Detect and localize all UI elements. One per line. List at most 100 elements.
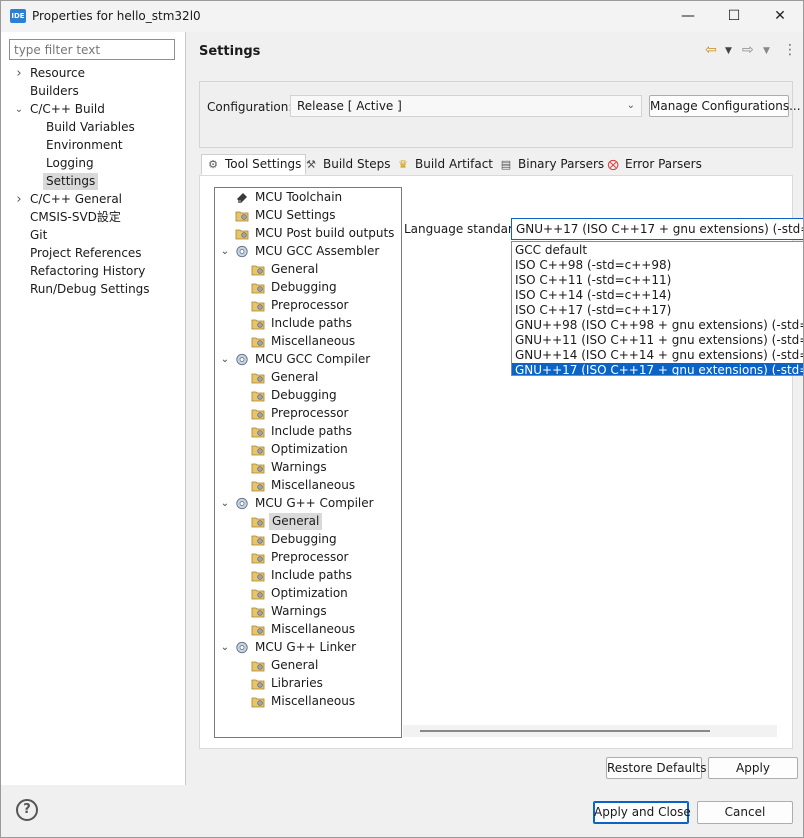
nav-item-c-c-general[interactable]: C/C++ General bbox=[30, 191, 122, 208]
configuration-value: Release [ Active ] bbox=[297, 99, 402, 113]
tool-settings-icon: ⚙ bbox=[208, 158, 218, 171]
tree-item-label: Optimization bbox=[271, 586, 348, 600]
window-title: Properties for hello_stm32l0 bbox=[32, 9, 201, 23]
tab-build-artifact[interactable]: ♛ Build Artifact bbox=[391, 154, 498, 175]
forward-arrow-icon[interactable]: ⇨ bbox=[742, 42, 754, 58]
dropdown-icon[interactable]: ▼ bbox=[725, 46, 732, 56]
chevron-down-icon[interactable]: ⌄ bbox=[14, 101, 24, 118]
page-title: Settings bbox=[199, 44, 261, 59]
tree-item-label: Miscellaneous bbox=[271, 334, 356, 348]
tab-bar: ⚙ Tool Settings ⚒ Build Steps ♛ Build Artif… bbox=[201, 154, 801, 175]
build-artifact-icon: ♛ bbox=[398, 158, 408, 171]
dropdown-option[interactable]: GNU++98 (ISO C++98 + gnu extensions) (-s… bbox=[512, 318, 803, 333]
tree-item-label: Include paths bbox=[271, 316, 353, 330]
chevron-right-icon[interactable]: › bbox=[14, 65, 24, 82]
dropdown-option[interactable]: GCC default bbox=[512, 243, 803, 258]
tool-gear-icon bbox=[235, 245, 249, 258]
app-icon: IDE bbox=[10, 9, 26, 23]
nav-item-resource[interactable]: Resource bbox=[30, 65, 85, 82]
toolchain-icon bbox=[235, 191, 249, 204]
manage-configurations-button[interactable]: Manage Configurations... bbox=[649, 95, 801, 117]
nav-item-run-debug-settings[interactable]: Run/Debug Settings bbox=[30, 281, 150, 298]
tree-item-label: MCU G++ Linker bbox=[255, 640, 357, 654]
nav-item-environment[interactable]: Environment bbox=[46, 137, 123, 154]
tree-item-label: MCU GCC Assembler bbox=[255, 244, 380, 258]
chevron-down-icon[interactable]: ⌄ bbox=[220, 351, 230, 368]
dropdown-option[interactable]: GNU++14 (ISO C++14 + gnu extensions) (-s… bbox=[512, 348, 803, 363]
settings-folder-icon bbox=[251, 677, 265, 690]
dropdown-option[interactable]: ISO C++14 (-std=c++14) bbox=[512, 288, 803, 303]
minimize-button[interactable]: — bbox=[665, 1, 711, 32]
nav-panel: › ResourceBuilders ⌄ C/C++ BuildBuild Varia… bbox=[1, 32, 186, 785]
dropdown-option[interactable]: GNU++17 (ISO C++17 + gnu extensions) (-s… bbox=[512, 363, 803, 375]
dropdown-option[interactable]: ISO C++17 (-std=c++17) bbox=[512, 303, 803, 318]
language-standard-dropdown: GCC default ISO C++98 (-std=c++98) ISO C++… bbox=[511, 241, 803, 376]
settings-folder-icon bbox=[251, 281, 265, 294]
nav-item-builders[interactable]: Builders bbox=[30, 83, 79, 100]
configuration-select[interactable]: Release [ Active ] ⌄ bbox=[290, 95, 642, 117]
build-steps-icon: ⚒ bbox=[306, 158, 316, 171]
settings-folder-icon bbox=[251, 407, 265, 420]
settings-folder-icon bbox=[251, 425, 265, 438]
nav-item-git[interactable]: Git bbox=[30, 227, 47, 244]
tab-label: Build Steps bbox=[323, 157, 391, 171]
horizontal-scrollbar[interactable] bbox=[403, 725, 777, 737]
dropdown-option[interactable]: ISO C++11 (-std=c++11) bbox=[512, 273, 803, 288]
tree-item-label: Debugging bbox=[271, 388, 337, 402]
configuration-group: Configuration: Release [ Active ] ⌄ Mana… bbox=[199, 81, 801, 148]
chevron-down-icon[interactable]: ⌄ bbox=[220, 639, 230, 656]
tab-error-parsers[interactable]: ⨂ Error Parsers bbox=[601, 154, 707, 175]
tool-gear-icon bbox=[235, 497, 249, 510]
more-options-icon[interactable]: ⋮ bbox=[783, 42, 797, 58]
nav-item-settings[interactable]: Settings bbox=[43, 173, 99, 190]
tree-item-label: Warnings bbox=[271, 460, 327, 474]
chevron-right-icon[interactable]: › bbox=[14, 191, 24, 208]
tree-item-label: General bbox=[269, 513, 323, 530]
apply-button[interactable]: Apply bbox=[708, 757, 798, 779]
maximize-button[interactable]: ☐ bbox=[711, 1, 757, 32]
tool-settings-tree[interactable]: MCU Toolchain MCU Settings MCU Post build … bbox=[214, 187, 402, 738]
tree-item-label: General bbox=[271, 370, 319, 384]
nav-item-project-references[interactable]: Project References bbox=[30, 245, 142, 262]
help-icon[interactable]: ? bbox=[16, 799, 38, 821]
settings-folder-icon bbox=[251, 335, 265, 348]
error-parsers-icon: ⨂ bbox=[607, 158, 619, 171]
scrollbar-thumb[interactable] bbox=[420, 730, 710, 732]
language-standard-combo[interactable]: GNU++17 (ISO C++17 + gnu extensions) (-s… bbox=[511, 218, 803, 240]
settings-folder-icon bbox=[251, 479, 265, 492]
tree-item-label: Preprocessor bbox=[271, 298, 349, 312]
title-bar: IDE Properties for hello_stm32l0 — ☐ ✕ bbox=[1, 1, 803, 32]
apply-and-close-button[interactable]: Apply and Close bbox=[593, 801, 691, 824]
dropdown-option[interactable]: ISO C++98 (-std=c++98) bbox=[512, 258, 803, 273]
settings-folder-icon bbox=[251, 569, 265, 582]
tree-item-label: Include paths bbox=[271, 424, 353, 438]
settings-folder-icon bbox=[251, 263, 265, 276]
tool-gear-icon bbox=[235, 641, 249, 654]
tree-item-label: MCU Settings bbox=[255, 208, 336, 222]
tab-tool-settings[interactable]: ⚙ Tool Settings bbox=[201, 154, 307, 175]
chevron-down-icon: ⌄ bbox=[626, 100, 635, 111]
restore-defaults-button[interactable]: Restore Defaults bbox=[606, 757, 706, 779]
dropdown-icon[interactable]: ▼ bbox=[763, 46, 770, 56]
nav-item-logging[interactable]: Logging bbox=[46, 155, 94, 172]
dropdown-option[interactable]: GNU++11 (ISO C++11 + gnu extensions) (-s… bbox=[512, 333, 803, 348]
cancel-button[interactable]: Cancel bbox=[697, 801, 793, 824]
chevron-down-icon[interactable]: ⌄ bbox=[220, 495, 230, 512]
tab-binary-parsers[interactable]: ▤ Binary Parsers bbox=[494, 154, 609, 175]
back-arrow-icon[interactable]: ⇦ bbox=[705, 42, 717, 58]
close-button[interactable]: ✕ bbox=[757, 1, 803, 32]
nav-item-refactoring-history[interactable]: Refactoring History bbox=[30, 263, 145, 280]
nav-item-build-variables[interactable]: Build Variables bbox=[46, 119, 135, 136]
tree-item-label: Miscellaneous bbox=[271, 694, 356, 708]
nav-item-c-c-build[interactable]: C/C++ Build bbox=[30, 101, 105, 118]
chevron-down-icon[interactable]: ⌄ bbox=[220, 243, 230, 260]
tool-settings-panel: MCU Toolchain MCU Settings MCU Post build … bbox=[199, 175, 803, 749]
settings-folder-icon bbox=[251, 317, 265, 330]
language-standard-label: Language standard bbox=[404, 222, 521, 236]
settings-folder-icon bbox=[251, 515, 265, 528]
filter-input[interactable] bbox=[9, 39, 175, 60]
nav-item-cmsis-svd[interactable]: CMSIS-SVD設定 bbox=[30, 209, 121, 226]
tree-item-label: Libraries bbox=[271, 676, 323, 690]
tab-build-steps[interactable]: ⚒ Build Steps bbox=[299, 154, 396, 175]
tree-item-label: Preprocessor bbox=[271, 550, 349, 564]
